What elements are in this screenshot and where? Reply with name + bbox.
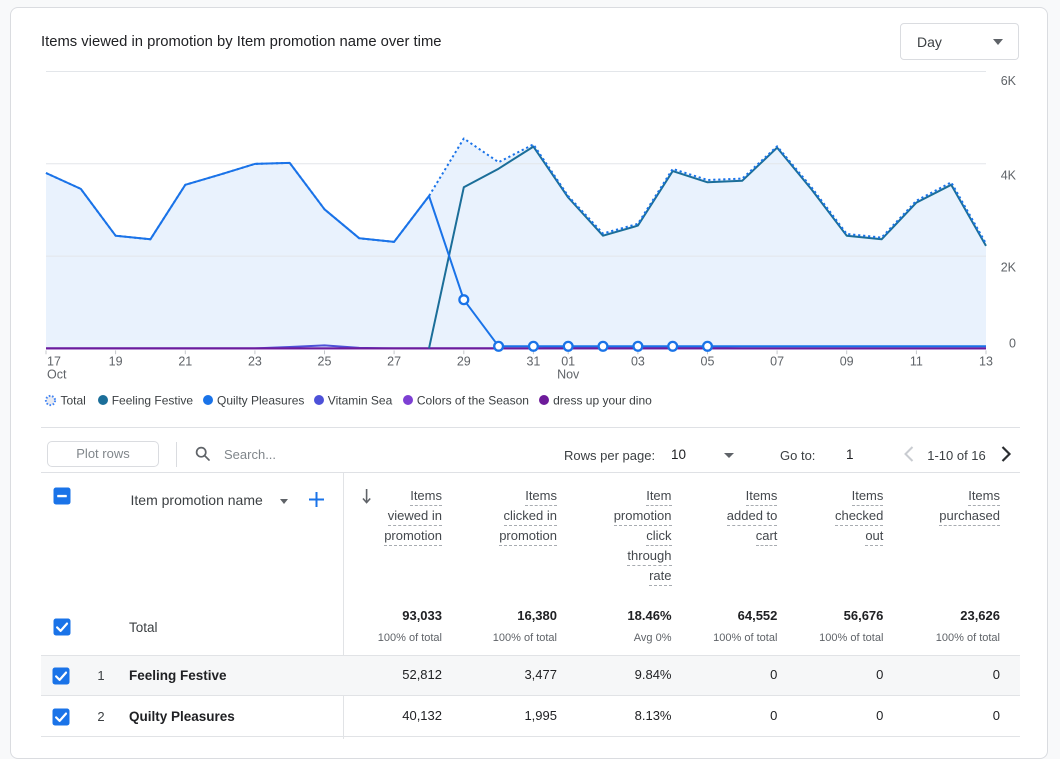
- svg-text:03: 03: [631, 354, 645, 368]
- svg-text:0: 0: [1009, 337, 1016, 351]
- svg-text:6K: 6K: [1001, 74, 1017, 88]
- svg-text:09: 09: [840, 354, 854, 368]
- svg-text:01: 01: [561, 354, 575, 368]
- svg-text:25: 25: [318, 354, 332, 368]
- svg-text:31: 31: [526, 354, 540, 368]
- svg-text:07: 07: [770, 354, 784, 368]
- svg-text:27: 27: [387, 354, 401, 368]
- svg-text:19: 19: [109, 354, 123, 368]
- svg-text:11: 11: [910, 354, 923, 368]
- svg-text:Nov: Nov: [557, 367, 580, 381]
- svg-text:05: 05: [701, 354, 715, 368]
- svg-text:Oct: Oct: [47, 367, 67, 381]
- svg-text:29: 29: [457, 354, 471, 368]
- svg-text:13: 13: [979, 354, 993, 368]
- svg-text:2K: 2K: [1001, 261, 1017, 275]
- svg-text:4K: 4K: [1001, 169, 1017, 183]
- svg-text:23: 23: [248, 354, 262, 368]
- svg-text:21: 21: [178, 354, 192, 368]
- svg-text:17: 17: [47, 354, 61, 368]
